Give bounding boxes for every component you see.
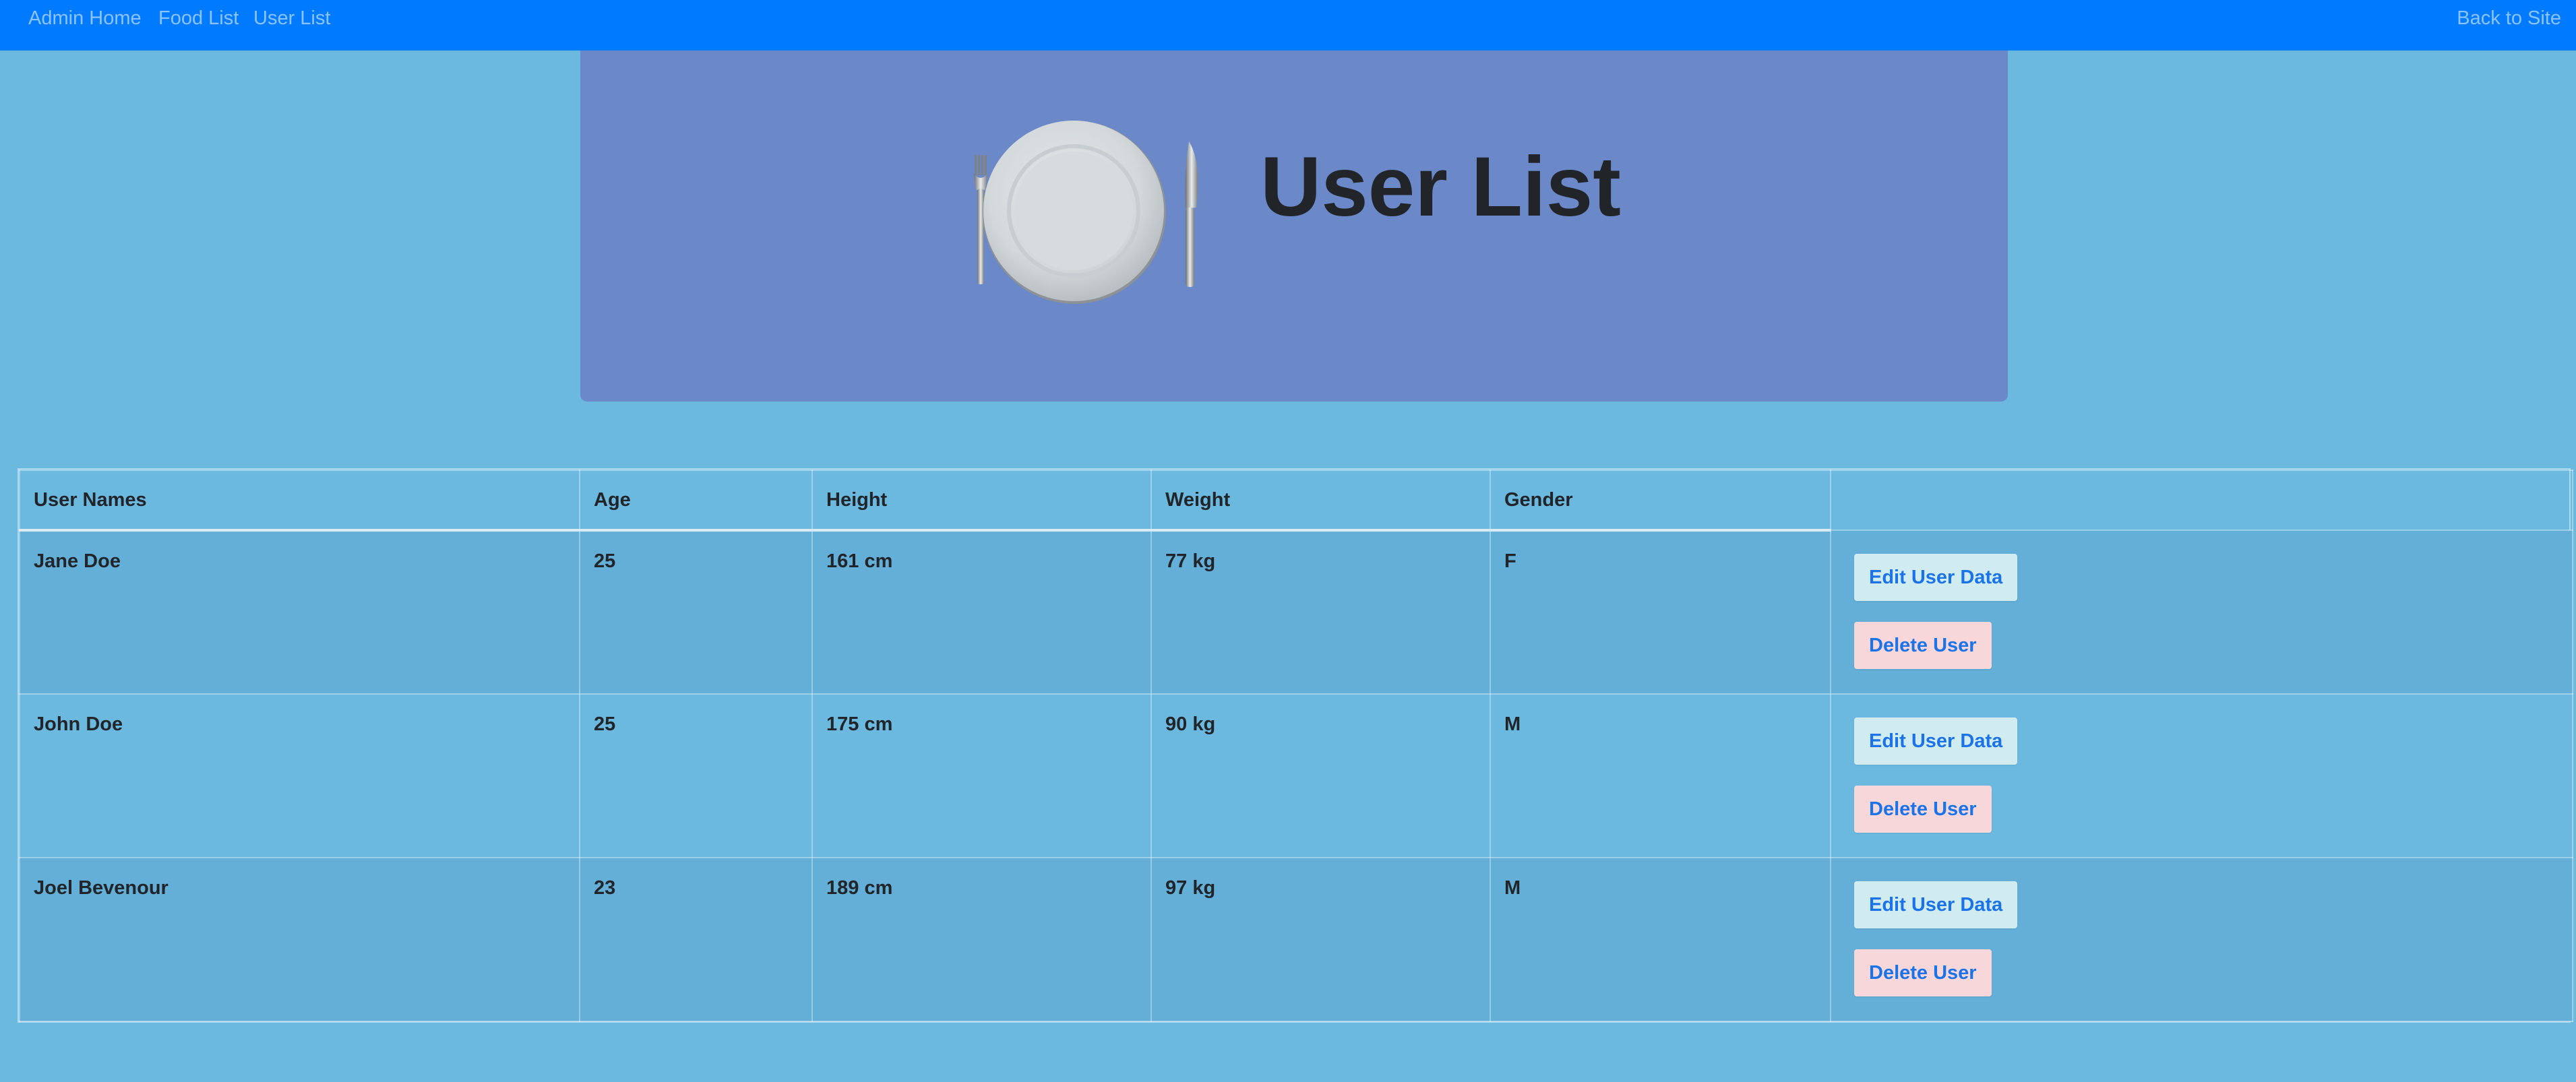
edit-user-data-button[interactable]: Edit User Data (1854, 881, 2018, 928)
column-header-gender: Gender (1490, 470, 1831, 532)
page-title: User List (1260, 140, 1621, 234)
knife-icon (1185, 141, 1198, 287)
cell-height: 175 cm (811, 693, 1152, 858)
cell-age: 23 (579, 857, 813, 1022)
cell-user-name: John Doe (19, 693, 580, 858)
nav-link-back-to-site[interactable]: Back to Site (2457, 6, 2561, 30)
delete-user-button[interactable]: Delete User (1854, 949, 1992, 996)
edit-user-data-button[interactable]: Edit User Data (1854, 718, 2018, 765)
cell-weight: 97 kg (1151, 857, 1491, 1022)
column-header-actions (1830, 470, 2573, 531)
column-header-user-names: User Names (19, 470, 580, 532)
delete-user-button[interactable]: Delete User (1854, 786, 1992, 833)
table-row: Joel Bevenour 23 189 cm 97 kg M Edit Use… (19, 857, 2573, 1022)
user-table: User Names Age Height Weight Gender Jane… (19, 470, 2573, 1022)
cell-weight: 90 kg (1151, 693, 1491, 858)
plate-icon (983, 121, 1166, 304)
cell-height: 161 cm (811, 530, 1152, 695)
cell-actions: Edit User Data Delete User (1830, 530, 2573, 695)
cell-weight: 77 kg (1151, 530, 1491, 695)
column-header-weight: Weight (1151, 470, 1491, 532)
page-header: User List (580, 51, 2008, 402)
delete-user-button[interactable]: Delete User (1854, 622, 1992, 669)
top-navbar: Admin Home Food List User List Back to S… (0, 0, 2576, 51)
column-header-age: Age (579, 470, 813, 532)
cell-gender: F (1490, 530, 1831, 695)
cell-user-name: Joel Bevenour (19, 857, 580, 1022)
table-header-row: User Names Age Height Weight Gender (19, 470, 2573, 532)
nav-link-admin-home[interactable]: Admin Home (28, 6, 142, 30)
cell-age: 25 (579, 530, 813, 695)
cell-actions: Edit User Data Delete User (1830, 693, 2573, 858)
cell-user-name: Jane Doe (19, 530, 580, 695)
cell-gender: M (1490, 693, 1831, 858)
table-row: John Doe 25 175 cm 90 kg M Edit User Dat… (19, 693, 2573, 858)
column-header-height: Height (811, 470, 1152, 532)
table-row: Jane Doe 25 161 cm 77 kg F Edit User Dat… (19, 530, 2573, 695)
user-table-container: User Names Age Height Weight Gender Jane… (18, 468, 2573, 1023)
cell-actions: Edit User Data Delete User (1830, 857, 2573, 1022)
plate-fork-knife-icon (974, 121, 1198, 304)
nav-link-user-list[interactable]: User List (253, 6, 330, 30)
cell-gender: M (1490, 857, 1831, 1022)
edit-user-data-button[interactable]: Edit User Data (1854, 554, 2018, 601)
cell-height: 189 cm (811, 857, 1152, 1022)
nav-link-food-list[interactable]: Food List (158, 6, 239, 30)
cell-age: 25 (579, 693, 813, 858)
